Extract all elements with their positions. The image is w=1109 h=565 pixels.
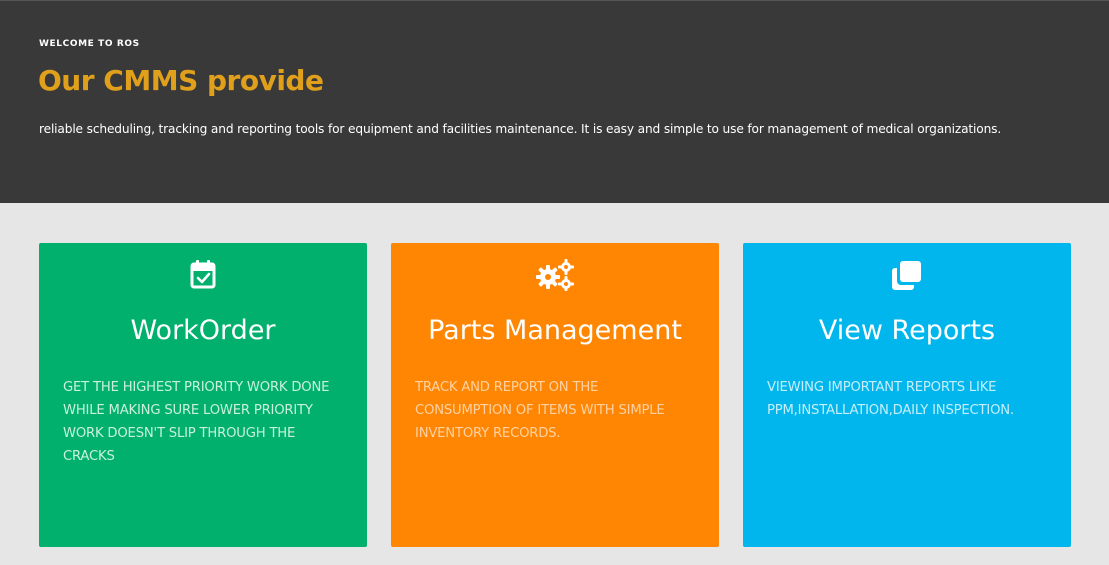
calendar-check-icon bbox=[39, 259, 367, 293]
clone-icon bbox=[743, 259, 1071, 293]
card-view-reports[interactable]: View Reports VIEWING IMPORTANT REPORTS L… bbox=[743, 243, 1071, 547]
hero-banner: WELCOME TO ROS Our CMMS provide reliable… bbox=[0, 0, 1109, 203]
welcome-eyebrow: WELCOME TO ROS bbox=[39, 39, 140, 49]
gears-icon bbox=[391, 259, 719, 293]
card-title-view-reports: View Reports bbox=[818, 315, 996, 346]
card-workorder[interactable]: WorkOrder GET THE HIGHEST PRIORITY WORK … bbox=[39, 243, 367, 547]
hero-description: reliable scheduling, tracking and report… bbox=[39, 122, 1002, 136]
card-title-workorder: WorkOrder bbox=[130, 315, 276, 346]
card-description-workorder: GET THE HIGHEST PRIORITY WORK DONE WHILE… bbox=[63, 380, 330, 464]
hero-title: Our CMMS provide bbox=[38, 64, 324, 97]
card-title-parts-management: Parts Management bbox=[428, 315, 682, 346]
card-description-parts-management: TRACK AND REPORT ON THE CONSUMPTION OF I… bbox=[415, 380, 665, 441]
card-description-view-reports: VIEWING IMPORTANT REPORTS LIKE PPM,INSTA… bbox=[767, 380, 1014, 418]
card-parts-management[interactable]: Parts Management TRACK AND REPORT ON THE… bbox=[391, 243, 719, 547]
